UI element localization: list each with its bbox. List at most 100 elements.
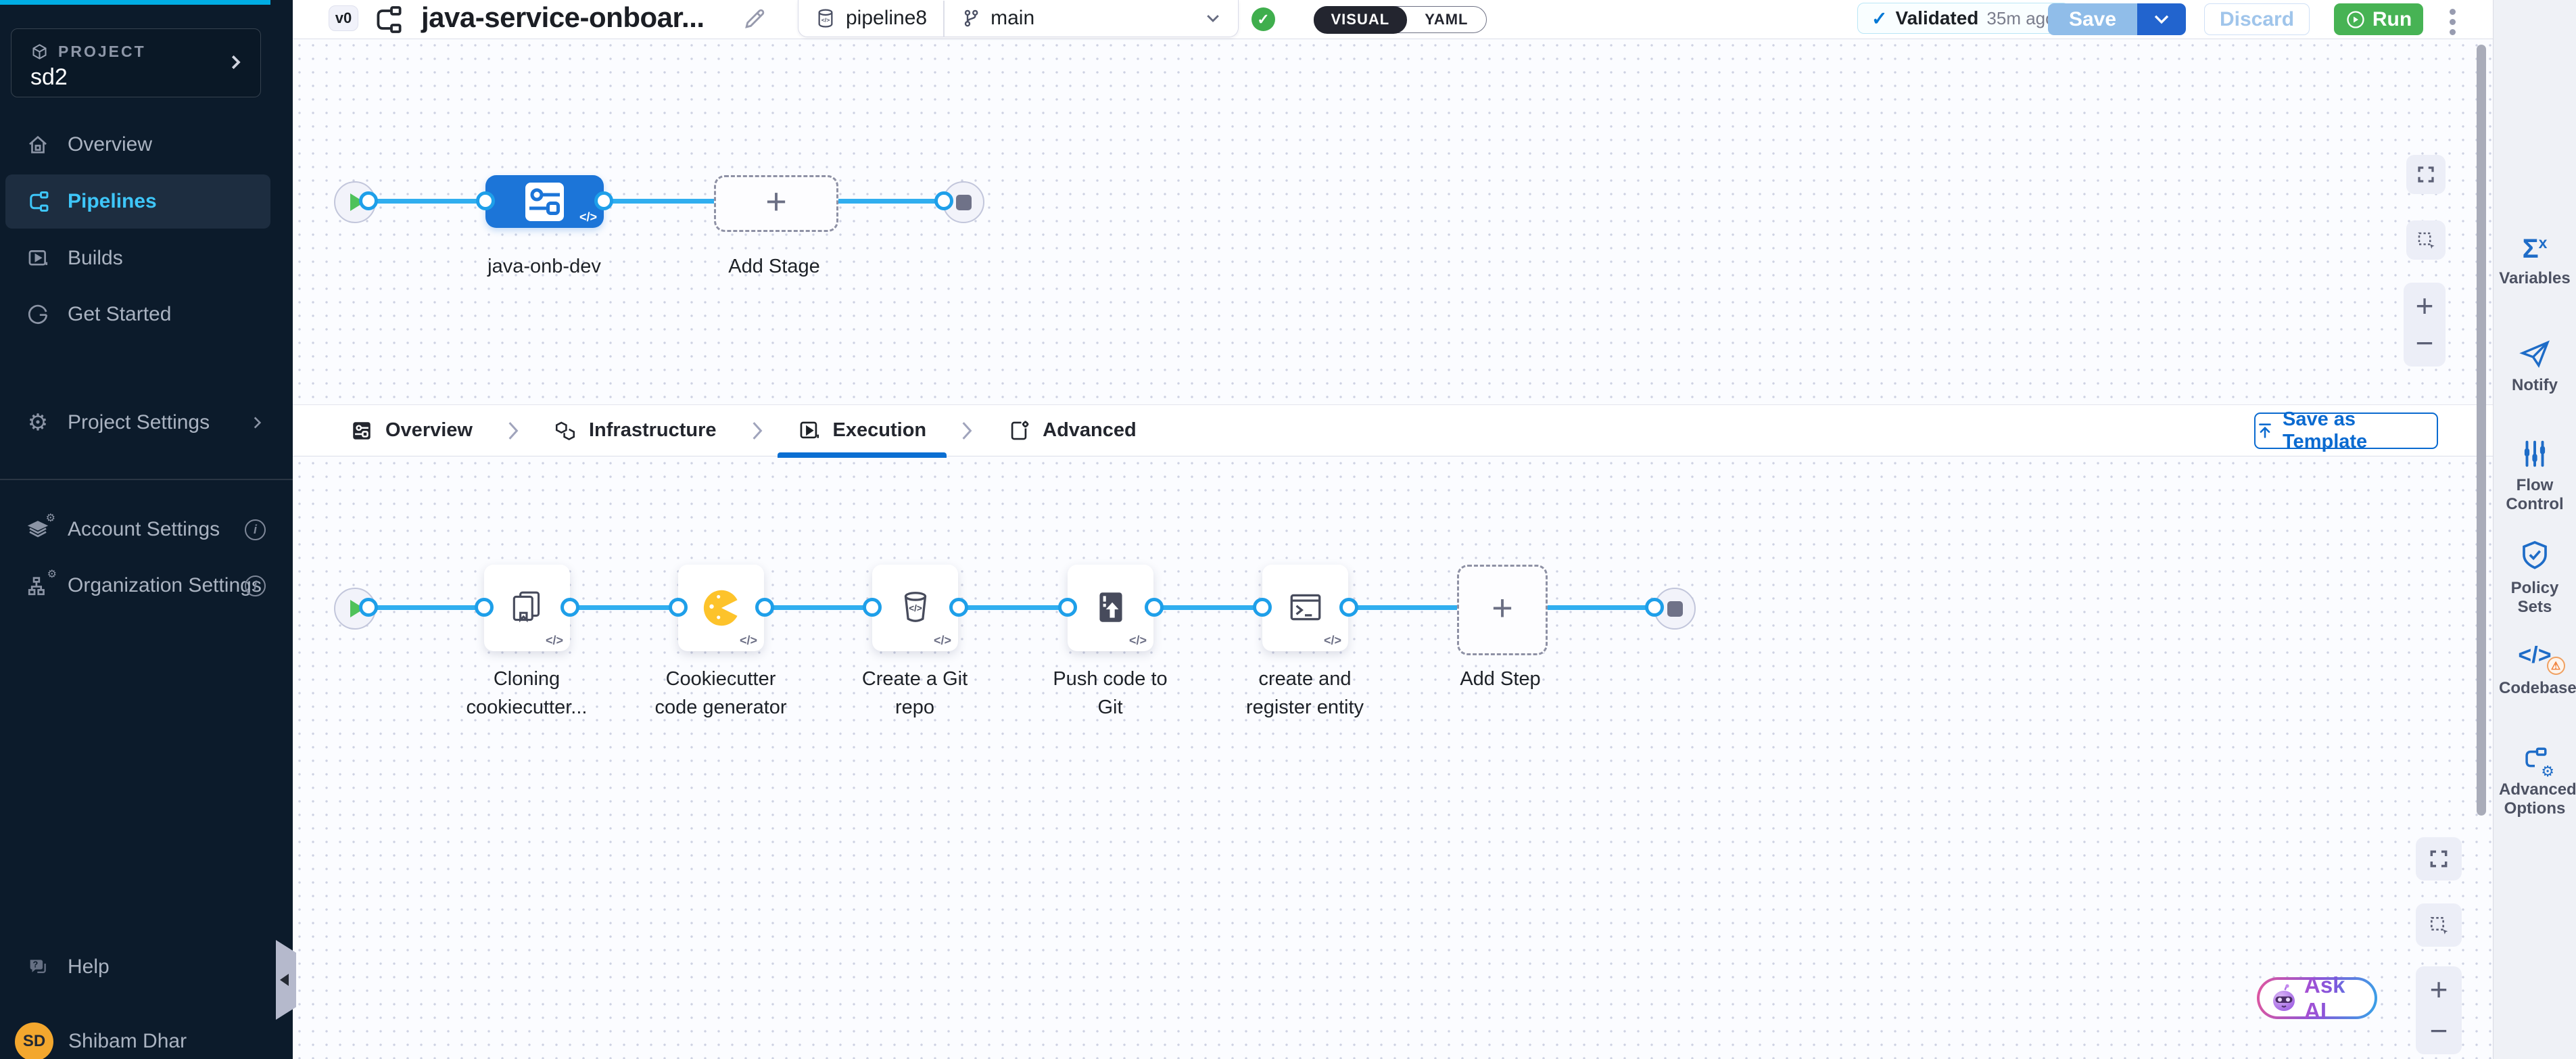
stage-node-java-onb-dev[interactable]: </> xyxy=(485,175,604,228)
link-port[interactable] xyxy=(475,598,494,617)
run-label: Run xyxy=(2372,8,2412,31)
save-as-template-label: Save as Template xyxy=(2283,408,2437,453)
step-node-cloning-cookiecutter[interactable]: </> xyxy=(484,565,570,651)
cookiecutter-pacman-icon xyxy=(701,588,742,628)
tab-advanced[interactable]: Advanced xyxy=(1007,404,1137,456)
user-account-item[interactable]: SD Shibam Dhar xyxy=(0,1018,293,1059)
sidebar-item-organization-settings[interactable]: ⚙ Organization Settings i xyxy=(0,562,293,609)
link-port[interactable] xyxy=(669,598,688,617)
chevron-right-icon xyxy=(248,414,266,431)
ask-ai-button[interactable]: Ask AI xyxy=(2257,977,2377,1019)
pipeline-branch-selector: </> pipeline8 main xyxy=(798,0,1239,37)
panel-item-advanced-options[interactable]: ⚙ Advanced Options xyxy=(2494,745,2576,819)
stage-graph-canvas[interactable]: </> + java-onb-dev Add Stage + − xyxy=(293,39,2493,404)
tab-label: Execution xyxy=(833,419,927,442)
add-step-label: Add Step xyxy=(1460,665,1540,693)
sidebar-item-project-settings[interactable]: ⚙ Project Settings xyxy=(0,399,293,446)
link-port[interactable] xyxy=(863,598,882,617)
project-selector-card[interactable]: PROJECT sd2 xyxy=(11,28,261,97)
link-port[interactable] xyxy=(359,191,378,210)
execution-fullscreen-button[interactable] xyxy=(2416,837,2462,880)
stage-config-tabs: Overview Infrastructure Execution xyxy=(293,404,2493,456)
branch-chevron-down-icon[interactable] xyxy=(1204,9,1222,27)
link-port[interactable] xyxy=(1145,598,1164,617)
link-port[interactable] xyxy=(560,598,579,617)
step-node-push-code-to-git[interactable]: </> xyxy=(1068,565,1153,651)
stage-fit-selection-button[interactable] xyxy=(2406,220,2446,260)
toggle-yaml[interactable]: YAML xyxy=(1407,7,1485,32)
pipeline-name[interactable]: pipeline8 xyxy=(846,7,927,30)
panel-item-label: Codebase xyxy=(2499,679,2571,698)
more-options-kebab-icon[interactable] xyxy=(2447,6,2458,38)
panel-item-flow-control[interactable]: Flow Control xyxy=(2494,438,2576,515)
tab-infrastructure[interactable]: Infrastructure xyxy=(554,404,717,456)
panel-item-label: Variables xyxy=(2499,269,2570,288)
pipeline-header: v0 java-service-onboar... </> pipeline8 … xyxy=(293,0,2493,39)
zoom-in-button[interactable]: + xyxy=(2416,293,2434,319)
stage-fullscreen-button[interactable] xyxy=(2406,155,2446,194)
info-icon[interactable]: i xyxy=(245,575,266,596)
sidebar-item-builds[interactable]: Builds xyxy=(0,235,293,282)
stage-label: java-onb-dev xyxy=(487,252,601,281)
sidebar-collapse-handle[interactable] xyxy=(276,940,296,1020)
save-dropdown-button[interactable] xyxy=(2137,3,2186,35)
branch-name[interactable]: main xyxy=(991,7,1034,30)
link-port[interactable] xyxy=(594,191,613,210)
sidebar-item-account-settings[interactable]: ⚙ Account Settings i xyxy=(0,506,293,553)
link-port[interactable] xyxy=(1339,598,1358,617)
account-settings-icon: ⚙ xyxy=(26,518,50,541)
tab-overview[interactable]: Overview xyxy=(350,404,473,456)
svg-text:</>: </> xyxy=(821,16,830,23)
zoom-in-button[interactable]: + xyxy=(2430,977,2448,1002)
step-label: Push code to Git xyxy=(1041,665,1180,722)
panel-item-variables[interactable]: Σx Variables xyxy=(2494,235,2576,288)
link-port[interactable] xyxy=(476,191,495,210)
execution-graph-canvas[interactable]: </> </> </> </> </> </> xyxy=(293,456,2493,1059)
save-as-template-button[interactable]: Save as Template xyxy=(2254,413,2438,449)
zoom-out-button[interactable]: − xyxy=(2430,1018,2448,1043)
link-port[interactable] xyxy=(359,598,378,617)
sidebar-item-get-started[interactable]: Get Started xyxy=(0,291,293,338)
tab-execution[interactable]: Execution xyxy=(798,404,927,456)
step-node-create-register-entity[interactable]: </> xyxy=(1262,565,1348,651)
panel-item-policy-sets[interactable]: Policy Sets xyxy=(2494,540,2576,617)
add-stage-node[interactable]: + xyxy=(714,175,838,232)
project-chevron-right-icon[interactable] xyxy=(225,52,245,72)
link-port[interactable] xyxy=(1645,598,1664,617)
svg-text:</>: </> xyxy=(909,603,922,613)
edit-pencil-icon[interactable] xyxy=(742,6,767,32)
link-port[interactable] xyxy=(1253,598,1272,617)
chevron-right-icon xyxy=(508,421,519,440)
link-port[interactable] xyxy=(1058,598,1077,617)
discard-button[interactable]: Discard xyxy=(2204,3,2310,35)
validated-pill[interactable]: ✓ Validated 35m ago xyxy=(1857,3,2070,34)
info-icon[interactable]: i xyxy=(245,519,266,540)
run-button[interactable]: Run xyxy=(2334,3,2423,35)
panel-item-codebase[interactable]: </>⚠ Codebase xyxy=(2494,644,2576,698)
pipeline-tree-icon xyxy=(371,3,404,36)
zoom-out-button[interactable]: − xyxy=(2416,331,2434,356)
step-node-create-git-repo[interactable]: </> </> xyxy=(872,565,958,651)
toggle-visual[interactable]: VISUAL xyxy=(1314,6,1408,34)
collapse-left-arrow-icon xyxy=(280,974,289,986)
step-code-badge: </> xyxy=(740,634,757,648)
link-port[interactable] xyxy=(934,191,953,210)
add-step-node[interactable]: + xyxy=(1457,565,1548,655)
execution-fit-selection-button[interactable] xyxy=(2416,903,2462,947)
step-label: Create a Git repo xyxy=(846,665,984,722)
link-port[interactable] xyxy=(755,598,774,617)
project-label: PROJECT xyxy=(58,43,146,61)
svg-text:?: ? xyxy=(33,960,39,970)
sidebar-item-label: Builds xyxy=(68,247,123,270)
link-port[interactable] xyxy=(949,598,968,617)
sidebar-item-help[interactable]: ? Help xyxy=(0,943,293,991)
execution-zoom-controls: + − xyxy=(2416,966,2462,1054)
sidebar-item-label: Organization Settings xyxy=(68,574,262,597)
vertical-scrollbar[interactable] xyxy=(2477,45,2486,816)
sidebar-item-pipelines[interactable]: Pipelines xyxy=(5,174,270,229)
panel-item-notify[interactable]: Notify xyxy=(2494,338,2576,395)
step-node-cookiecutter-generator[interactable]: </> xyxy=(678,565,764,651)
step-label: Cookiecutter code generator xyxy=(652,665,790,722)
sidebar-item-overview[interactable]: Overview xyxy=(0,121,293,168)
save-button[interactable]: Save xyxy=(2048,3,2137,35)
